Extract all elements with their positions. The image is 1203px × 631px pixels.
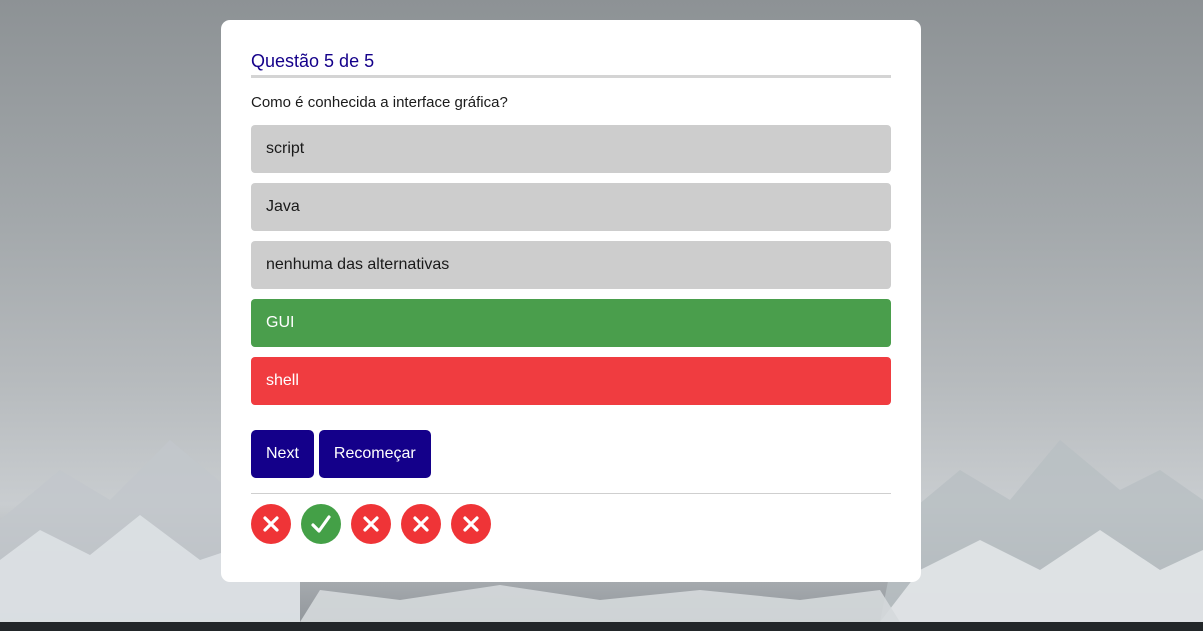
x-icon xyxy=(413,516,429,532)
result-1-wrong xyxy=(251,504,291,544)
x-icon xyxy=(263,516,279,532)
answer-option-gui[interactable]: GUI xyxy=(251,299,891,347)
quiz-card: Questão 5 de 5 Como é conhecida a interf… xyxy=(221,20,921,582)
x-icon xyxy=(463,516,479,532)
answer-option-nenhuma[interactable]: nenhuma das alternativas xyxy=(251,241,891,289)
bottom-bar xyxy=(0,622,1203,631)
divider xyxy=(251,493,891,494)
action-buttons: Next Recomeçar xyxy=(251,430,891,478)
restart-button[interactable]: Recomeçar xyxy=(318,430,431,478)
answer-option-java[interactable]: Java xyxy=(251,183,891,231)
question-text: Como é conhecida a interface gráfica? xyxy=(251,94,508,111)
answer-option-script[interactable]: script xyxy=(251,125,891,173)
question-counter: Questão 5 de 5 xyxy=(251,51,891,78)
result-5-wrong xyxy=(451,504,491,544)
result-4-wrong xyxy=(401,504,441,544)
check-icon xyxy=(311,515,331,533)
result-3-wrong xyxy=(351,504,391,544)
results-row xyxy=(251,504,891,544)
answer-option-shell[interactable]: shell xyxy=(251,357,891,405)
next-button[interactable]: Next xyxy=(251,430,314,478)
result-2-correct xyxy=(301,504,341,544)
x-icon xyxy=(363,516,379,532)
